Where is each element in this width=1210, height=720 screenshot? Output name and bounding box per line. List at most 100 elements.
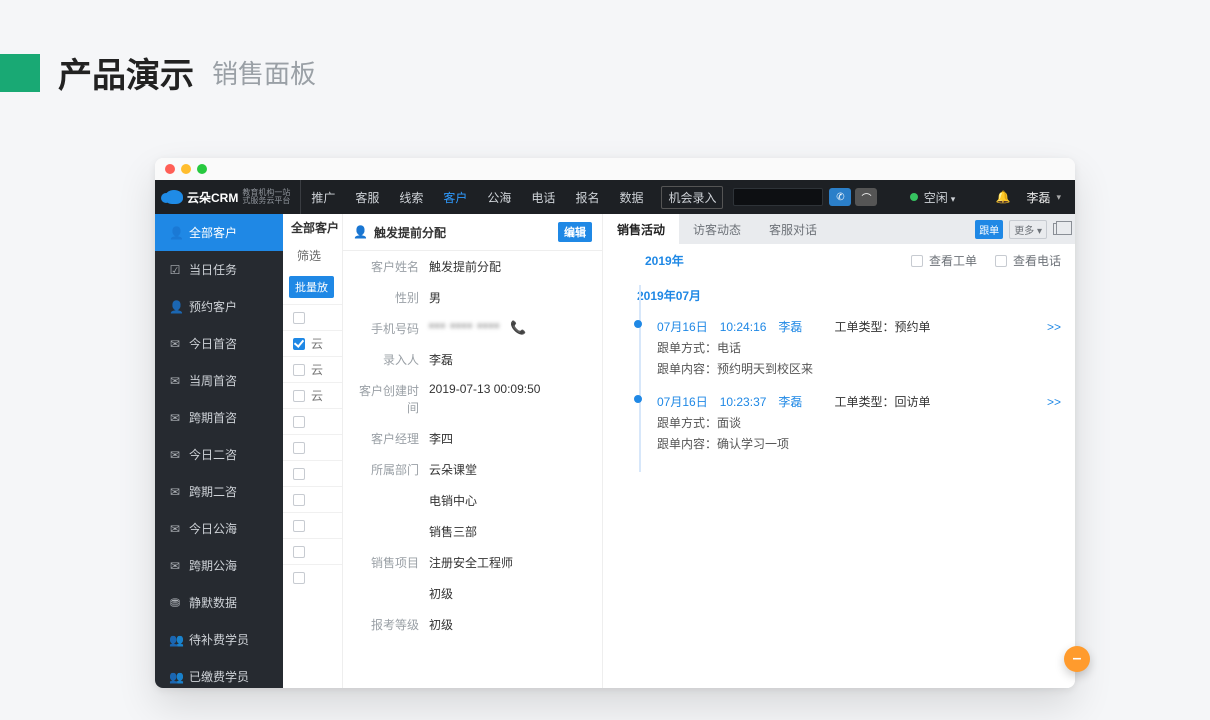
- detail-row: 销售项目注册安全工程师: [343, 547, 602, 578]
- list-row[interactable]: 云: [283, 356, 342, 382]
- checkbox-icon[interactable]: [293, 520, 305, 532]
- list-row[interactable]: 云: [283, 382, 342, 408]
- nav-item-4[interactable]: 公海: [477, 180, 521, 214]
- floating-action-button[interactable]: –: [1064, 646, 1090, 672]
- list-row[interactable]: [283, 460, 342, 486]
- nav-item-5[interactable]: 电话: [521, 180, 565, 214]
- checkbox-icon[interactable]: [293, 494, 305, 506]
- hangup-button[interactable]: ⌒: [855, 188, 877, 206]
- list-row[interactable]: [283, 304, 342, 330]
- sidebar-item-6[interactable]: ✉今日二咨: [155, 436, 283, 473]
- detail-row: 性别男: [343, 282, 602, 313]
- brand-logo[interactable]: 云朵CRM 教育机构一站式服务云平台: [155, 180, 301, 214]
- list-row[interactable]: [283, 564, 342, 590]
- detail-value: 初级: [429, 618, 453, 632]
- sidebar-icon: ✉: [169, 374, 181, 388]
- app-window: 云朵CRM 教育机构一站式服务云平台 推广客服线索客户公海电话报名数据 机会录入…: [155, 158, 1075, 688]
- view-orders-checkbox[interactable]: 查看工单: [911, 252, 977, 269]
- detail-row: 报考等级初级: [343, 609, 602, 640]
- detail-value: 注册安全工程师: [429, 556, 513, 570]
- timeline: 2019年07月 07月16日10:24:16李磊工单类型：预约单>>跟单方式：…: [603, 277, 1075, 472]
- activity-tab-0[interactable]: 销售活动: [603, 214, 679, 244]
- sidebar-item-12[interactable]: 👥已缴费学员: [155, 658, 283, 688]
- sidebar-item-label: 今日公海: [189, 520, 237, 537]
- list-row[interactable]: [283, 408, 342, 434]
- sidebar-item-1[interactable]: ☑当日任务: [155, 251, 283, 288]
- search-input[interactable]: [733, 188, 823, 206]
- checkbox-icon[interactable]: [293, 468, 305, 480]
- sidebar-item-11[interactable]: 👥待补费学员: [155, 621, 283, 658]
- entry-type: 工单类型：预约单: [834, 318, 930, 335]
- list-row[interactable]: 云: [283, 330, 342, 356]
- entry-method: 跟单方式：: [657, 339, 717, 356]
- follow-button[interactable]: 跟单: [975, 220, 1003, 239]
- sidebar-item-8[interactable]: ✉ 今日公海: [155, 510, 283, 547]
- edit-button[interactable]: 编辑: [558, 222, 592, 242]
- popout-icon[interactable]: [1053, 223, 1067, 235]
- entry-method: 跟单方式：: [657, 414, 717, 431]
- sidebar-item-10[interactable]: ⛃静默数据: [155, 584, 283, 621]
- sidebar-item-label: 跨期二咨: [189, 483, 237, 500]
- sidebar-item-4[interactable]: ✉当周首咨: [155, 362, 283, 399]
- sidebar-item-2[interactable]: 👤预约客户: [155, 288, 283, 325]
- close-icon[interactable]: [165, 164, 175, 174]
- maximize-icon[interactable]: [197, 164, 207, 174]
- detail-row: 电销中心: [343, 485, 602, 516]
- filter-label[interactable]: 筛选: [283, 242, 342, 270]
- activity-tab-1[interactable]: 访客动态: [679, 214, 755, 244]
- checkbox-icon[interactable]: [293, 546, 305, 558]
- nav-item-7[interactable]: 数据: [609, 180, 653, 214]
- timeline-entry: 07月16日10:23:37李磊工单类型：回访单>>跟单方式：面谈跟单内容：确认…: [647, 387, 1061, 462]
- detail-title: 触发提前分配: [374, 224, 446, 241]
- entry-time: 10:24:16: [720, 320, 767, 334]
- detail-key: [353, 492, 429, 509]
- status-text: 空闲: [924, 189, 956, 206]
- sidebar-item-3[interactable]: ✉今日首咨: [155, 325, 283, 362]
- nav-item-2[interactable]: 线索: [389, 180, 433, 214]
- view-calls-checkbox[interactable]: 查看电话: [995, 252, 1061, 269]
- entry-date: 07月16日: [657, 318, 708, 335]
- sidebar-item-7[interactable]: ✉跨期二咨: [155, 473, 283, 510]
- sidebar-icon: ✉: [169, 522, 181, 536]
- list-row[interactable]: [283, 538, 342, 564]
- detail-key: 录入人: [353, 351, 429, 368]
- year-label: 2019年: [645, 252, 684, 269]
- detail-key: 客户姓名: [353, 258, 429, 275]
- sidebar-item-9[interactable]: ✉跨期公海: [155, 547, 283, 584]
- bell-icon[interactable]: 🔔: [996, 190, 1011, 204]
- list-row[interactable]: [283, 486, 342, 512]
- entry-more-link[interactable]: >>: [1047, 320, 1061, 334]
- agent-status[interactable]: 空闲: [910, 189, 956, 206]
- detail-key: 报考等级: [353, 616, 429, 633]
- user-menu[interactable]: 李磊: [1026, 189, 1075, 206]
- phone-icon[interactable]: 📞: [510, 320, 526, 336]
- slide-subtitle: 销售面板: [212, 54, 316, 91]
- checkbox-icon[interactable]: [293, 338, 305, 350]
- entry-more-link[interactable]: >>: [1047, 395, 1061, 409]
- list-row[interactable]: [283, 434, 342, 460]
- entry-author: 李磊: [778, 393, 802, 410]
- checkbox-icon[interactable]: [293, 416, 305, 428]
- nav-item-6[interactable]: 报名: [565, 180, 609, 214]
- checkbox-icon[interactable]: [293, 572, 305, 584]
- checkbox-icon[interactable]: [293, 442, 305, 454]
- checkbox-icon[interactable]: [293, 364, 305, 376]
- top-nav: 云朵CRM 教育机构一站式服务云平台 推广客服线索客户公海电话报名数据 机会录入…: [155, 180, 1075, 214]
- nav-item-0[interactable]: 推广: [301, 180, 345, 214]
- minimize-icon[interactable]: [181, 164, 191, 174]
- sidebar-item-5[interactable]: ✉跨期首咨: [155, 399, 283, 436]
- call-button[interactable]: ✆: [829, 188, 851, 206]
- detail-row: 客户姓名触发提前分配: [343, 251, 602, 282]
- list-row[interactable]: [283, 512, 342, 538]
- nav-item-3[interactable]: 客户: [433, 180, 477, 214]
- row-label: 云: [311, 335, 323, 352]
- more-menu[interactable]: 更多 ▾: [1009, 220, 1047, 239]
- nav-item-1[interactable]: 客服: [345, 180, 389, 214]
- timeline-entry: 07月16日10:24:16李磊工单类型：预约单>>跟单方式：电话跟单内容：预约…: [647, 312, 1061, 387]
- checkbox-icon[interactable]: [293, 390, 305, 402]
- checkbox-icon[interactable]: [293, 312, 305, 324]
- opportunity-entry-button[interactable]: 机会录入: [661, 186, 723, 209]
- bulk-action-button[interactable]: 批量放: [289, 276, 334, 298]
- activity-tab-2[interactable]: 客服对话: [755, 214, 831, 244]
- sidebar-item-0[interactable]: 👤全部客户: [155, 214, 283, 251]
